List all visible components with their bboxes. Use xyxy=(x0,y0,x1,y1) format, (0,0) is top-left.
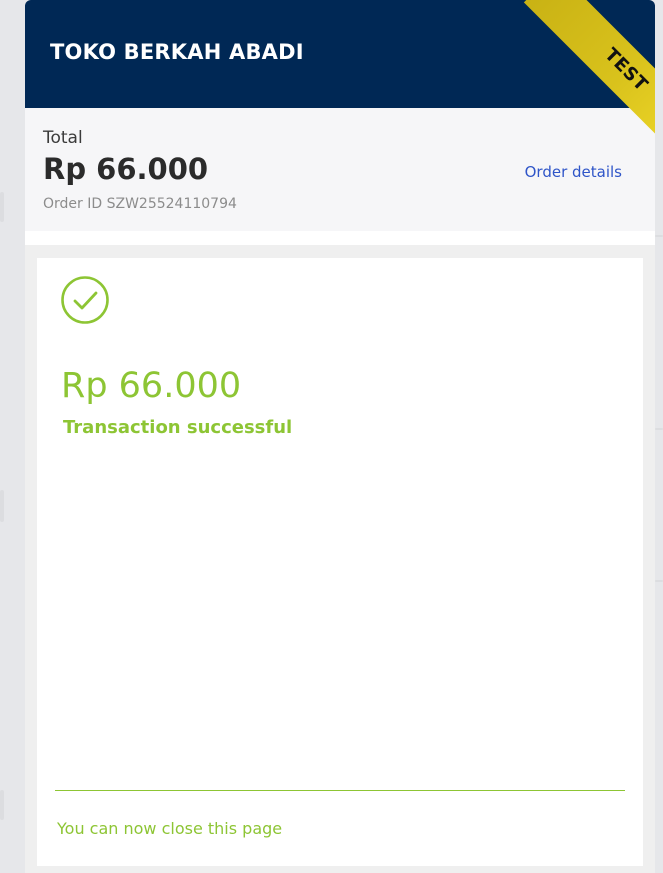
order-id: Order ID SZW25524110794 xyxy=(43,196,237,212)
merchant-name: TOKO BERKAH ABADI xyxy=(50,40,304,64)
payment-card: TOKO BERKAH ABADI TEST Total Rp 66.000 O… xyxy=(25,0,655,873)
transaction-status-message: Transaction successful xyxy=(63,417,293,438)
backdrop-element xyxy=(655,235,663,237)
order-summary: Total Rp 66.000 Order ID SZW25524110794 … xyxy=(25,108,655,231)
backdrop-element xyxy=(655,580,663,582)
footer-divider xyxy=(55,790,625,791)
total-amount: Rp 66.000 xyxy=(43,152,209,186)
total-label: Total xyxy=(43,128,83,148)
transaction-status-panel: Rp 66.000 Transaction successful You can… xyxy=(37,258,643,866)
backdrop-element xyxy=(0,192,4,222)
merchant-header: TOKO BERKAH ABADI xyxy=(25,0,655,108)
backdrop-element xyxy=(655,428,663,430)
check-circle-icon xyxy=(61,276,109,324)
backdrop-element xyxy=(0,490,4,522)
close-page-note: You can now close this page xyxy=(57,819,283,838)
backdrop-element xyxy=(0,790,4,820)
order-details-link[interactable]: Order details xyxy=(525,163,622,181)
summary-divider xyxy=(25,231,655,245)
paid-amount: Rp 66.000 xyxy=(61,366,242,406)
